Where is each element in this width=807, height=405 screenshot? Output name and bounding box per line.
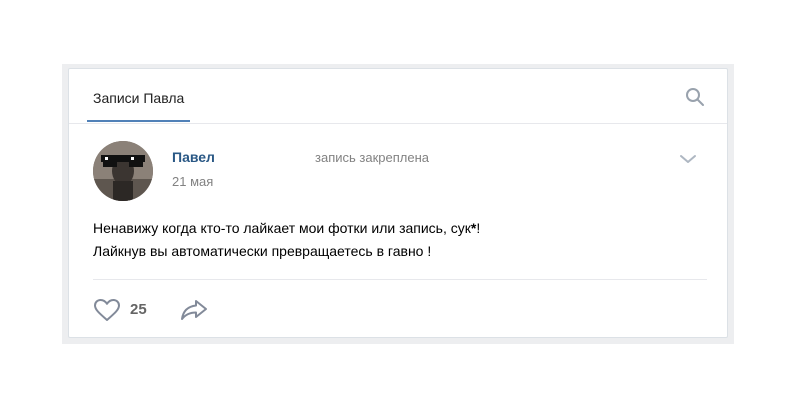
avatar[interactable]: [93, 141, 153, 201]
like-button[interactable]: 25: [93, 295, 159, 325]
post-text: Ненавижу когда кто-то лайкает мои фотки …: [93, 217, 480, 263]
wall-card: Записи Павла Павел запись закреплена 21 …: [68, 68, 728, 338]
avatar-image: [93, 141, 153, 201]
share-icon[interactable]: [179, 298, 209, 322]
post-text-line-1: Ненавижу когда кто-то лайкает мои фотки …: [93, 217, 480, 240]
search-icon[interactable]: [685, 87, 705, 107]
wall-tabs: Записи Павла: [69, 69, 727, 124]
post-text-line-1-main: Ненавижу когда кто-то лайкает мои фотки …: [93, 220, 471, 236]
wall-frame: Записи Павла Павел запись закреплена 21 …: [62, 64, 734, 344]
heart-icon: [94, 299, 120, 321]
tab-author-posts[interactable]: Записи Павла: [87, 69, 191, 122]
redacted-area: [243, 141, 318, 196]
like-count: 25: [130, 301, 147, 318]
post-header: Павел запись закреплена 21 мая: [93, 141, 703, 205]
pinned-status: запись закреплена: [315, 150, 429, 165]
post-date[interactable]: 21 мая: [172, 174, 213, 189]
chevron-down-icon[interactable]: [679, 153, 697, 165]
post-divider: [93, 279, 707, 280]
author-name[interactable]: Павел: [172, 149, 215, 165]
post-text-line-2: Лайкнув вы автоматически превращаетесь в…: [93, 243, 432, 259]
post-text-line-1-end: !: [476, 220, 481, 236]
